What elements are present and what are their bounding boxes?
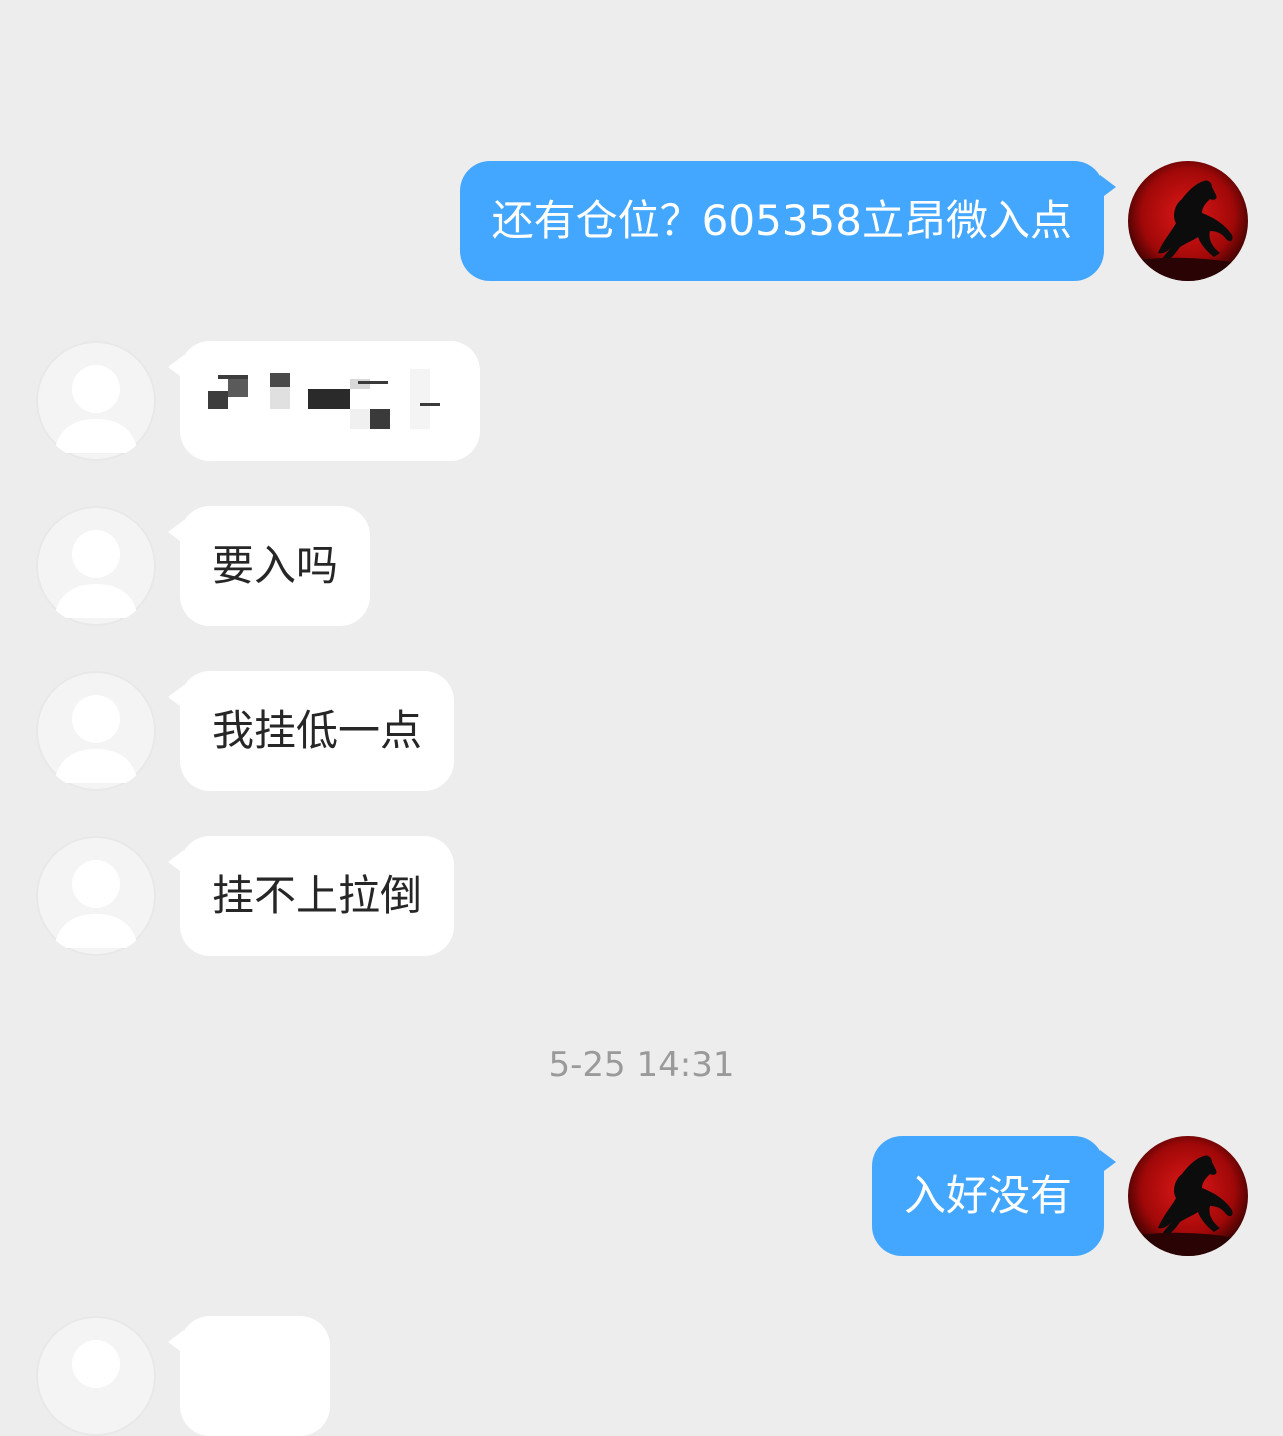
contact-avatar[interactable] [36,506,156,626]
contact-avatar[interactable] [36,836,156,956]
person-icon [54,695,138,783]
person-icon [72,1340,120,1388]
person-icon [54,365,138,453]
self-avatar[interactable] [1128,1136,1248,1256]
horse-icon [1128,161,1248,281]
contact-avatar[interactable] [36,341,156,461]
message-bubble-incoming[interactable]: 挂不上拉倒 [167,836,455,956]
message-bubble-incoming-partial[interactable] [168,1316,330,1436]
message-bubble-outgoing[interactable]: 还有仓位？605358立昂微入点 [459,161,1117,281]
contact-avatar[interactable] [36,671,156,791]
contact-avatar[interactable] [36,1316,156,1436]
horse-icon [1128,1136,1248,1256]
message-bubble-incoming[interactable]: 我挂低一点 [167,671,455,791]
chat-header-faint [0,60,1283,130]
message-bubble-redacted[interactable] [168,341,480,461]
message-bubble-outgoing[interactable]: 入好没有 [871,1136,1117,1256]
person-icon [54,530,138,618]
person-icon [54,860,138,948]
self-avatar[interactable] [1128,161,1248,281]
message-timestamp: 5-25 14:31 [548,1045,735,1085]
message-bubble-incoming[interactable]: 要入吗 [167,506,371,626]
